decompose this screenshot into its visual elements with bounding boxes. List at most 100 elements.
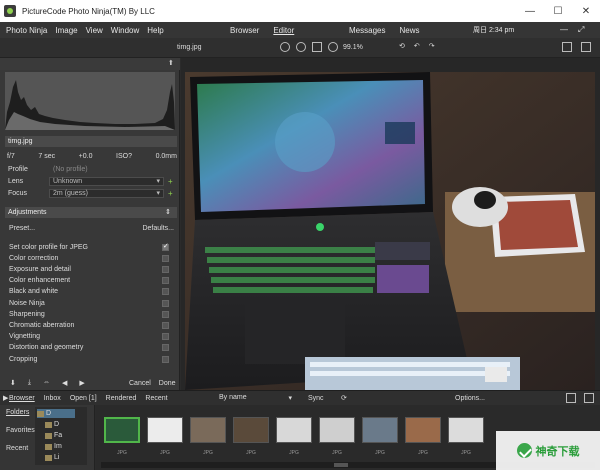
thumbnail-view-icon[interactable]	[566, 393, 576, 403]
tab-inbox[interactable]: Inbox	[44, 395, 61, 402]
sync-button[interactable]: Sync	[308, 395, 324, 402]
undo-icon[interactable]: ⟲	[399, 42, 405, 50]
messages-link[interactable]: Messages	[349, 26, 385, 35]
cancel-button[interactable]: Cancel	[129, 380, 151, 387]
watermark-text: 神奇下载	[535, 444, 580, 458]
rotate-left-icon[interactable]: ↶	[414, 42, 420, 50]
adjustment-checkbox[interactable]	[162, 288, 169, 296]
thumbnail[interactable]	[319, 417, 355, 443]
fullscreen-icon[interactable]: ⤢	[578, 25, 584, 35]
folders-label[interactable]: Folders	[6, 409, 29, 416]
sort-select[interactable]: By name ▾	[219, 394, 292, 402]
tab-rendered[interactable]: Rendered	[106, 395, 137, 402]
recent-label[interactable]: Recent	[6, 445, 28, 452]
photo-canvas[interactable]	[185, 72, 595, 390]
focus-add-icon[interactable]: +	[168, 189, 173, 198]
focus-select[interactable]: 2m (guess) ▾	[49, 188, 164, 198]
thumbnail[interactable]	[233, 417, 269, 443]
adjustment-checkbox[interactable]	[162, 254, 169, 262]
pin-icon[interactable]: ⬆	[168, 59, 174, 67]
adjustment-checkbox[interactable]	[162, 344, 169, 352]
adjustment-checkbox[interactable]	[162, 333, 169, 341]
adjustments-header[interactable]: Adjustments ⇕	[5, 207, 177, 218]
adjustment-checkbox[interactable]	[162, 321, 169, 329]
refresh-icon[interactable]: ⟳	[341, 394, 347, 402]
tree-node[interactable]: Fa	[45, 431, 83, 440]
adjustment-item[interactable]: Distortion and geometry	[9, 343, 169, 353]
thumbnail[interactable]	[276, 417, 312, 443]
maximize-button[interactable]: ☐	[544, 0, 572, 22]
tab-open[interactable]: Open [1]	[70, 395, 97, 402]
options-button[interactable]: Options...	[455, 395, 485, 402]
adjustment-item[interactable]: Chromatic aberration	[9, 320, 169, 330]
compare-icon[interactable]: ⇔	[43, 379, 50, 387]
adjustment-item[interactable]: Color enhancement	[9, 276, 169, 286]
lens-add-icon[interactable]: +	[168, 177, 173, 186]
zoom-out-icon[interactable]	[296, 42, 306, 52]
copy-icon[interactable]: ⤓	[28, 379, 31, 387]
mode-browser[interactable]: Browser	[230, 26, 259, 35]
folder-tree[interactable]: D D Fa Im Li	[35, 407, 87, 465]
adjustment-checkbox[interactable]	[162, 299, 169, 307]
thumbnail[interactable]	[190, 417, 226, 443]
tree-node[interactable]: D	[45, 420, 83, 429]
menu-window[interactable]: Window	[111, 26, 139, 35]
rotate-right-icon[interactable]: ↷	[429, 42, 435, 50]
thumbnail-caption: JPG	[160, 450, 170, 456]
defaults-button[interactable]: Defaults...	[142, 225, 174, 232]
next-icon[interactable]: ▶	[79, 379, 84, 387]
adjustment-item[interactable]: Set color profile for JPEG	[9, 242, 169, 252]
adjustment-item[interactable]: Black and white	[9, 287, 169, 297]
tree-node[interactable]: Im	[45, 442, 83, 451]
tab-recent[interactable]: Recent	[145, 395, 167, 402]
tab-browser[interactable]: Browser	[9, 395, 35, 402]
thumbnail[interactable]	[448, 417, 484, 443]
menu-view[interactable]: View	[86, 26, 103, 35]
fit-to-window-icon[interactable]	[312, 42, 322, 52]
compare-view-icon[interactable]	[581, 42, 591, 52]
adjustment-item[interactable]: Noise Ninja	[9, 298, 169, 308]
adjustment-item[interactable]: Sharpening	[9, 309, 169, 319]
news-link[interactable]: News	[399, 26, 419, 35]
tree-node[interactable]: D	[37, 409, 75, 418]
scrollbar-knob[interactable]	[334, 463, 348, 467]
grid-view-icon[interactable]	[562, 42, 572, 52]
minimize-button[interactable]: —	[516, 0, 544, 22]
arrow-down-icon[interactable]: ⬇	[10, 379, 16, 387]
adjustment-item[interactable]: Exposure and detail	[9, 264, 169, 274]
thumbnail[interactable]	[104, 417, 140, 443]
zoom-in-icon[interactable]	[280, 42, 290, 52]
thumbnail[interactable]	[362, 417, 398, 443]
thumbnail[interactable]	[147, 417, 183, 443]
adjustment-checkbox[interactable]	[162, 277, 169, 285]
image-viewer[interactable]	[181, 58, 600, 390]
lens-select[interactable]: Unknown ▾	[49, 176, 164, 186]
minimize-panel-icon[interactable]: —	[560, 25, 568, 35]
exif-info: f/7 7 sec +0.0 ISO? 0.0mm	[7, 153, 177, 160]
window-title: PictureCode Photo Ninja(TM) By LLC	[22, 6, 155, 16]
adjustment-checkbox[interactable]	[162, 265, 169, 273]
adjustment-item[interactable]: Cropping	[9, 354, 169, 364]
prev-icon[interactable]: ◀	[62, 379, 67, 387]
adjustment-checkbox[interactable]	[162, 355, 169, 363]
favorites-label[interactable]: Favorites	[6, 427, 35, 434]
zoom-actual-icon[interactable]	[328, 42, 338, 52]
menu-image[interactable]: Image	[55, 26, 77, 35]
mode-editor[interactable]: Editor	[273, 26, 294, 35]
adjustment-item[interactable]: Vignetting	[9, 332, 169, 342]
preset-button[interactable]: Preset...	[9, 225, 35, 232]
done-button[interactable]: Done	[159, 380, 176, 387]
tree-node[interactable]: Li	[45, 453, 83, 462]
list-view-icon[interactable]	[584, 393, 594, 403]
thumbnail-caption: JPG	[289, 450, 299, 456]
menu-photo-ninja[interactable]: Photo Ninja	[6, 26, 47, 35]
folder-icon	[45, 421, 52, 428]
chevron-updown-icon: ⇕	[165, 209, 171, 216]
adjustment-checkbox[interactable]	[162, 310, 169, 318]
adjustment-checkbox[interactable]	[162, 242, 169, 251]
thumbnail[interactable]	[405, 417, 441, 443]
close-button[interactable]: ✕	[572, 0, 600, 22]
adjustment-item[interactable]: Color correction	[9, 253, 169, 263]
expand-icon[interactable]: ▶	[3, 394, 8, 402]
menu-help[interactable]: Help	[147, 26, 163, 35]
